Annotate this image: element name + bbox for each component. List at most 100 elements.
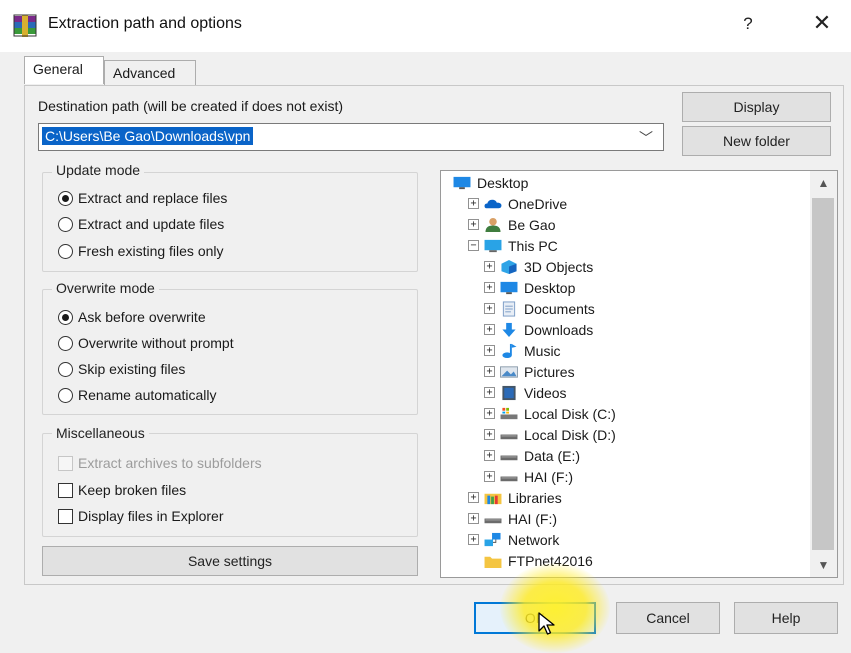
expand-icon[interactable]: + [484, 429, 495, 440]
tree-item-label: Pictures [524, 363, 575, 380]
chevron-down-icon[interactable]: ﹀ [636, 128, 656, 148]
pictures-icon [500, 365, 518, 378]
tree-item[interactable]: − This PC [444, 235, 806, 256]
expand-icon[interactable]: + [484, 303, 495, 314]
tree-item-label: Be Gao [508, 216, 556, 233]
tree-item[interactable]: + Documents [444, 298, 806, 319]
radio-fresh-existing[interactable]: Fresh existing files only [58, 243, 224, 259]
this-pc-icon [484, 239, 502, 252]
tree-item-label: Local Disk (D:) [524, 426, 616, 443]
checkbox[interactable] [58, 482, 73, 498]
cancel-button[interactable]: Cancel [616, 602, 720, 634]
collapse-icon[interactable]: − [468, 240, 479, 251]
tab-general[interactable]: General [24, 56, 104, 84]
scroll-down-icon[interactable]: ▼ [810, 558, 837, 572]
radio-extract-and-update[interactable]: Extract and update files [58, 216, 224, 232]
new-folder-button[interactable]: New folder [682, 126, 831, 156]
overwrite-mode-title: Overwrite mode [52, 280, 159, 296]
videos-icon [502, 385, 516, 400]
save-settings-button[interactable]: Save settings [42, 546, 418, 576]
radio-button[interactable] [58, 243, 73, 259]
radio-button[interactable] [58, 361, 73, 377]
tree-item[interactable]: + OneDrive [444, 193, 806, 214]
scroll-up-icon[interactable]: ▲ [810, 176, 837, 190]
network-icon [484, 532, 501, 546]
radio-extract-and-replace[interactable]: Extract and replace files [58, 190, 227, 206]
expand-icon[interactable]: + [468, 219, 479, 230]
folder-tree-rows: Desktop + OneDrive + Be Gao − This PC +3D Objec… [444, 172, 806, 571]
radio-label: Rename automatically [78, 387, 217, 403]
tree-item[interactable]: + Local Disk (D:) [444, 424, 806, 445]
tree-item[interactable]: + Libraries [444, 487, 806, 508]
expand-icon[interactable]: + [468, 198, 479, 209]
tree-item-label: Desktop [477, 174, 529, 191]
radio-label: Skip existing files [78, 361, 186, 377]
expand-icon[interactable]: + [468, 492, 479, 503]
radio-rename-automatically[interactable]: Rename automatically [58, 387, 217, 403]
tree-item-label: Local Disk (C:) [524, 405, 616, 422]
tree-item[interactable]: Desktop [444, 172, 806, 193]
tree-item-label: FTPnet42016 [508, 552, 593, 569]
radio-button[interactable] [58, 309, 73, 325]
expand-icon[interactable]: + [484, 408, 495, 419]
update-mode-title: Update mode [52, 162, 145, 178]
radio-button[interactable] [58, 335, 73, 351]
checkbox-extract-archives-subfolders: Extract archives to subfolders [58, 455, 262, 471]
onedrive-icon [484, 199, 502, 208]
radio-skip-existing[interactable]: Skip existing files [58, 361, 185, 377]
tree-item[interactable]: FTPnet42016 [444, 550, 806, 571]
folder-icon [484, 556, 502, 568]
help-button[interactable]: Help [734, 602, 838, 634]
expand-icon[interactable]: + [484, 282, 495, 293]
tree-item[interactable]: + Music [444, 340, 806, 361]
ok-button[interactable]: OK [474, 602, 596, 634]
radio-button[interactable] [58, 216, 73, 232]
drive-icon [500, 434, 518, 439]
tree-item-label: Documents [524, 300, 595, 317]
radio-label: Ask before overwrite [78, 309, 206, 325]
display-button[interactable]: Display [682, 92, 831, 122]
radio-label: Extract and replace files [78, 190, 228, 206]
expand-icon[interactable]: + [468, 513, 479, 524]
radio-button[interactable] [58, 387, 73, 403]
tree-scroll-thumb[interactable] [812, 198, 834, 550]
checkbox-keep-broken-files[interactable]: Keep broken files [58, 482, 186, 498]
documents-icon [502, 300, 516, 317]
tree-item-label: HAI (F:) [524, 468, 573, 485]
checkbox-label: Display files in Explorer [78, 508, 224, 524]
tree-item[interactable]: + Pictures [444, 361, 806, 382]
expand-icon[interactable]: + [484, 471, 495, 482]
checkbox[interactable] [58, 508, 73, 524]
desktop-icon [453, 176, 471, 189]
checkbox-label: Extract archives to subfolders [78, 455, 262, 471]
expand-icon[interactable]: + [484, 345, 495, 356]
tree-item[interactable]: + Videos [444, 382, 806, 403]
expand-icon[interactable]: + [484, 324, 495, 335]
radio-ask-before-overwrite[interactable]: Ask before overwrite [58, 309, 206, 325]
tab-advanced[interactable]: Advanced [104, 60, 196, 85]
tree-item[interactable]: + Downloads [444, 319, 806, 340]
tree-item[interactable]: + Desktop [444, 277, 806, 298]
help-title-button[interactable]: ? [735, 14, 761, 34]
system-drive-icon [500, 407, 518, 419]
tree-item[interactable]: +3D Objects [444, 256, 806, 277]
expand-icon[interactable]: + [484, 261, 495, 272]
expand-icon[interactable]: + [468, 534, 479, 545]
radio-button[interactable] [58, 190, 73, 206]
radio-overwrite-without-prompt[interactable]: Overwrite without prompt [58, 335, 234, 351]
destination-path-value[interactable]: C:\Users\Be Gao\Downloads\vpn [42, 127, 254, 145]
expand-icon[interactable]: + [484, 450, 495, 461]
expand-icon[interactable]: + [484, 387, 495, 398]
tree-item-label: This PC [508, 237, 558, 254]
drive-icon [500, 476, 518, 481]
tree-item[interactable]: + Network [444, 529, 806, 550]
tree-item[interactable]: + HAI (F:) [444, 508, 806, 529]
close-button[interactable]: ✕ [808, 10, 836, 36]
expand-icon[interactable]: + [484, 366, 495, 377]
checkbox-display-files-explorer[interactable]: Display files in Explorer [58, 508, 224, 524]
tree-item[interactable]: + Data (E:) [444, 445, 806, 466]
radio-label: Extract and update files [78, 216, 225, 232]
tree-item[interactable]: + HAI (F:) [444, 466, 806, 487]
tree-item[interactable]: + Be Gao [444, 214, 806, 235]
tree-item[interactable]: + Local Disk (C:) [444, 403, 806, 424]
